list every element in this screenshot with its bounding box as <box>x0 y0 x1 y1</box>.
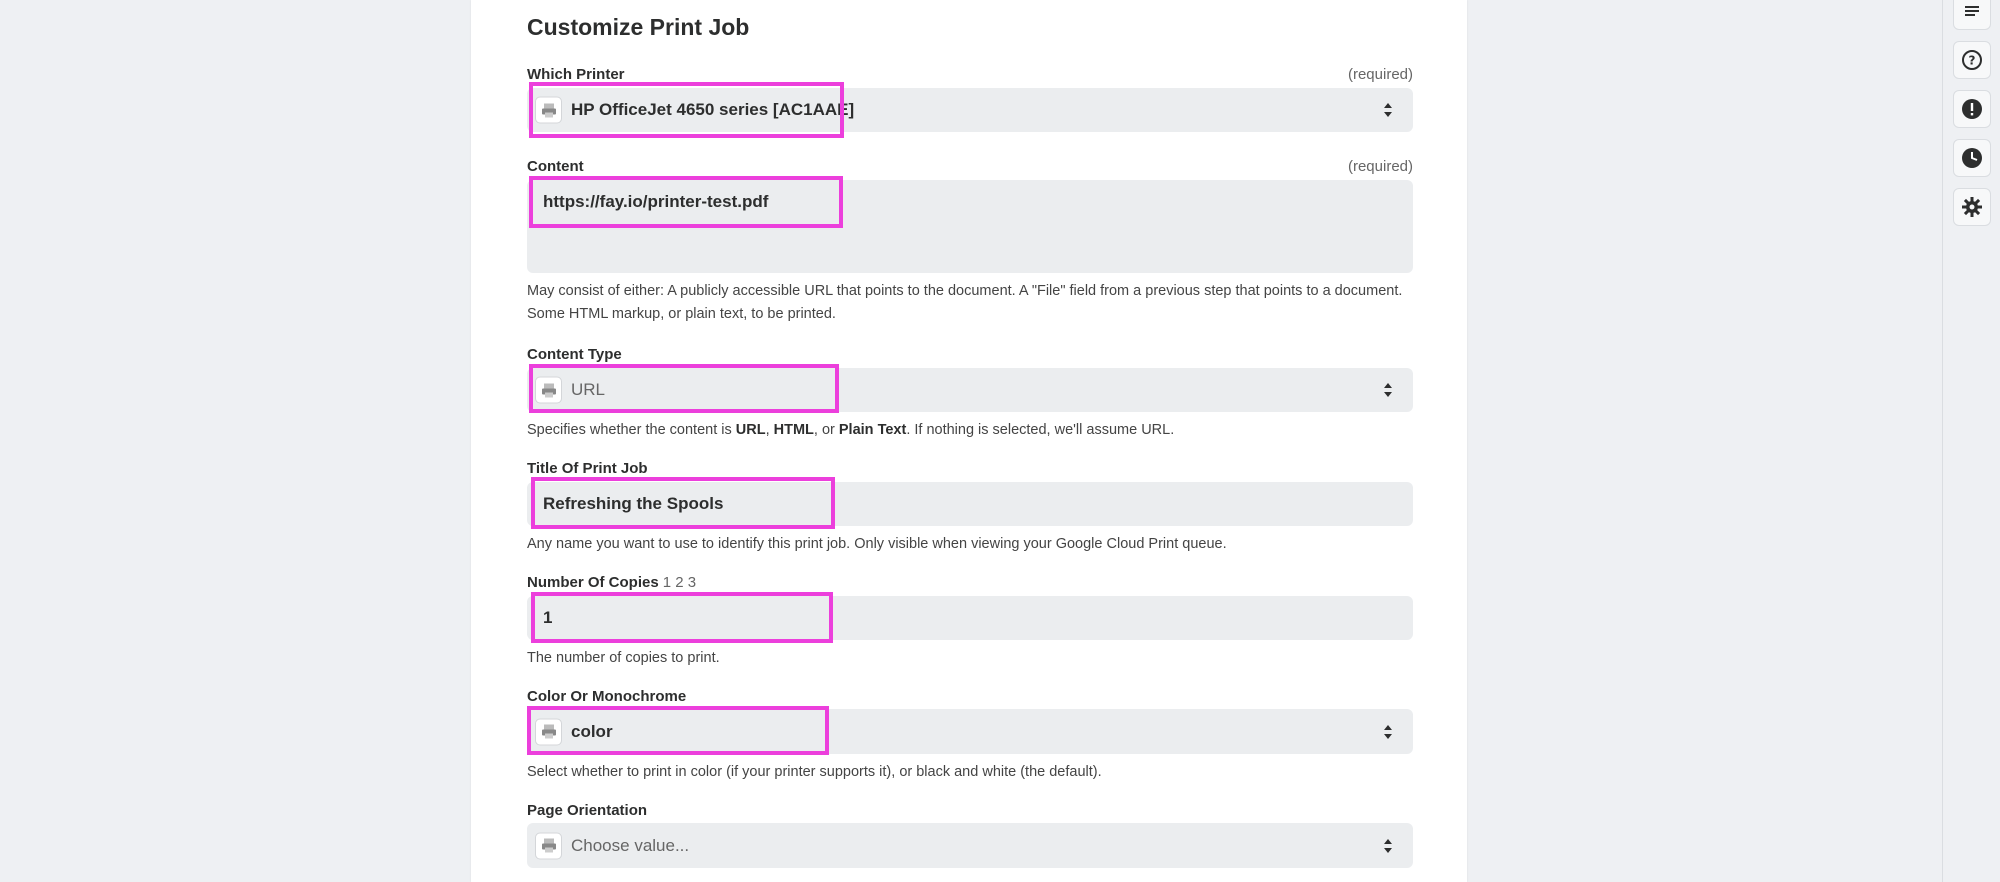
select-arrows-icon <box>1384 838 1392 853</box>
printer-label: Which Printer <box>527 66 625 83</box>
select-arrows-icon <box>1384 724 1392 739</box>
printer-required: (required) <box>1347 66 1413 83</box>
help-circle-icon[interactable]: ? <box>1953 41 1991 79</box>
orientation-placeholder: Choose value... <box>571 835 690 855</box>
printer-app-icon <box>535 96 562 124</box>
content-type-label: Content Type <box>527 346 622 363</box>
title-input[interactable]: Refreshing the Spools <box>527 482 1413 526</box>
content-label: Content <box>527 158 584 175</box>
content-value: https://fay.io/printer-test.pdf <box>543 192 769 211</box>
content-help: May consist of either: A publicly access… <box>527 283 1403 322</box>
color-value: color <box>571 721 613 741</box>
content-type-select[interactable]: URL <box>527 368 1413 412</box>
alert-icon[interactable] <box>1953 90 1991 128</box>
clock-icon[interactable] <box>1953 139 1991 177</box>
orientation-label: Page Orientation <box>527 802 648 819</box>
color-label: Color Or Monochrome <box>527 688 687 705</box>
title-value: Refreshing the Spools <box>543 494 724 513</box>
copies-help: The number of copies to print. <box>527 650 720 666</box>
list-icon[interactable] <box>1953 0 1991 30</box>
color-select[interactable]: color <box>527 709 1413 754</box>
title-help: Any name you want to use to identify thi… <box>527 536 1227 552</box>
select-arrows-icon <box>1384 383 1392 397</box>
copies-value: 1 <box>543 608 553 627</box>
right-rail <box>1942 0 2000 882</box>
copies-input[interactable]: 1 <box>527 596 1413 640</box>
page-title: Customize Print Job <box>527 14 750 40</box>
content-type-placeholder: URL <box>571 380 606 399</box>
orientation-select[interactable]: Choose value... <box>527 823 1413 868</box>
content-required: (required) <box>1347 158 1413 175</box>
color-help: Select whether to print in color (if you… <box>527 764 1102 780</box>
content-type-app-icon <box>535 376 562 404</box>
content-type-help: Specifies whether the content is URL, HT… <box>527 422 1175 438</box>
gear-icon[interactable] <box>1953 188 1991 226</box>
printer-value: HP OfficeJet 4650 series [AC1AAE] <box>571 100 855 119</box>
printer-select[interactable]: HP OfficeJet 4650 series [AC1AAE] <box>527 88 1413 132</box>
title-label: Title Of Print Job <box>527 460 648 477</box>
select-arrows-icon <box>1384 103 1392 117</box>
orientation-app-icon <box>535 832 562 859</box>
svg-text:?: ? <box>1969 54 1976 68</box>
copies-hint: 1 2 3 <box>662 574 697 591</box>
copies-label: Number Of Copies 1 2 3 <box>527 574 697 591</box>
content-textarea[interactable]: https://fay.io/printer-test.pdf <box>527 180 1413 273</box>
color-app-icon <box>535 718 562 745</box>
